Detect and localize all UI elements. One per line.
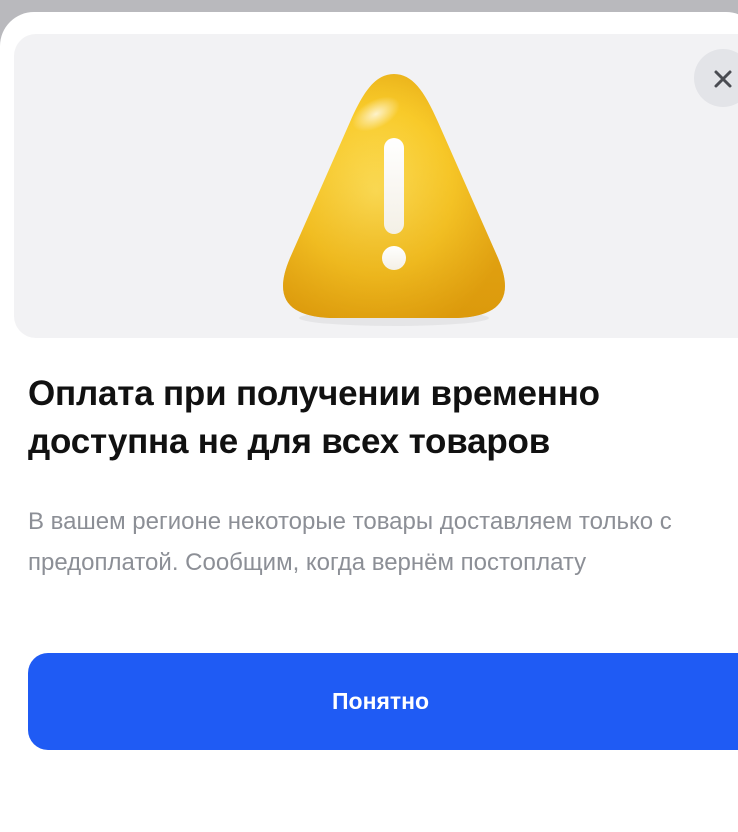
understood-button[interactable]: Понятно <box>28 653 738 750</box>
dialog-title: Оплата при получении временно доступна н… <box>28 374 600 461</box>
hero-banner <box>14 34 738 338</box>
dialog-description: В вашем регионе некоторые товары доставл… <box>28 508 672 576</box>
close-icon <box>714 70 732 88</box>
bottom-sheet-dialog: Оплата при получении временно доступна н… <box>0 12 738 832</box>
warning-triangle-icon <box>283 74 505 326</box>
